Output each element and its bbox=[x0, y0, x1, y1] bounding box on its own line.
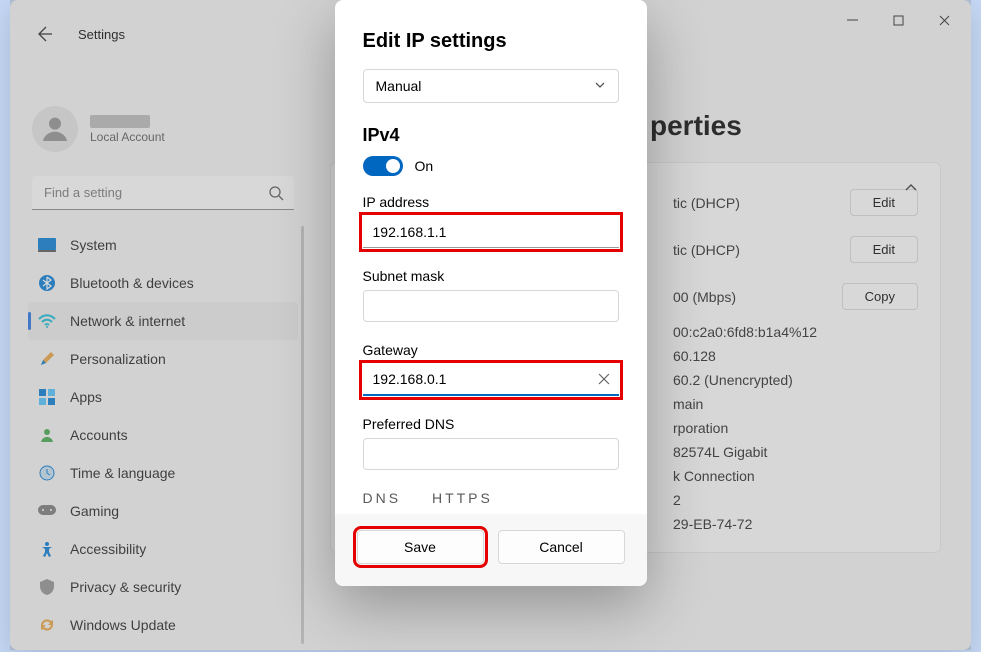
gateway-label: Gateway bbox=[363, 342, 619, 358]
toggle-label: On bbox=[415, 158, 434, 174]
gateway-highlight bbox=[363, 364, 619, 396]
preferred-dns-input[interactable] bbox=[363, 438, 619, 470]
modal-overlay: Edit IP settings Manual IPv4 On IP addre… bbox=[10, 0, 971, 650]
ip-mode-select[interactable]: Manual bbox=[363, 69, 619, 103]
subnet-input[interactable] bbox=[363, 290, 619, 322]
settings-window: Settings Local Account System bbox=[10, 0, 971, 650]
ip-address-highlight bbox=[363, 216, 619, 248]
select-value: Manual bbox=[376, 78, 422, 94]
ipv4-heading: IPv4 bbox=[363, 125, 619, 146]
dialog-title: Edit IP settings bbox=[363, 30, 619, 53]
save-button[interactable]: Save bbox=[357, 530, 484, 564]
preferred-dns-label: Preferred DNS bbox=[363, 416, 619, 432]
cancel-button[interactable]: Cancel bbox=[498, 530, 625, 564]
ipv4-toggle[interactable] bbox=[363, 156, 403, 176]
ip-address-label: IP address bbox=[363, 194, 619, 210]
gateway-input[interactable] bbox=[363, 364, 619, 396]
subnet-label: Subnet mask bbox=[363, 268, 619, 284]
ip-address-input[interactable] bbox=[363, 216, 619, 248]
chevron-down-icon bbox=[594, 78, 606, 94]
edit-ip-dialog: Edit IP settings Manual IPv4 On IP addre… bbox=[335, 0, 647, 586]
clear-icon[interactable] bbox=[597, 372, 611, 386]
dns-https-cutoff: DNS HTTPS bbox=[363, 490, 619, 506]
